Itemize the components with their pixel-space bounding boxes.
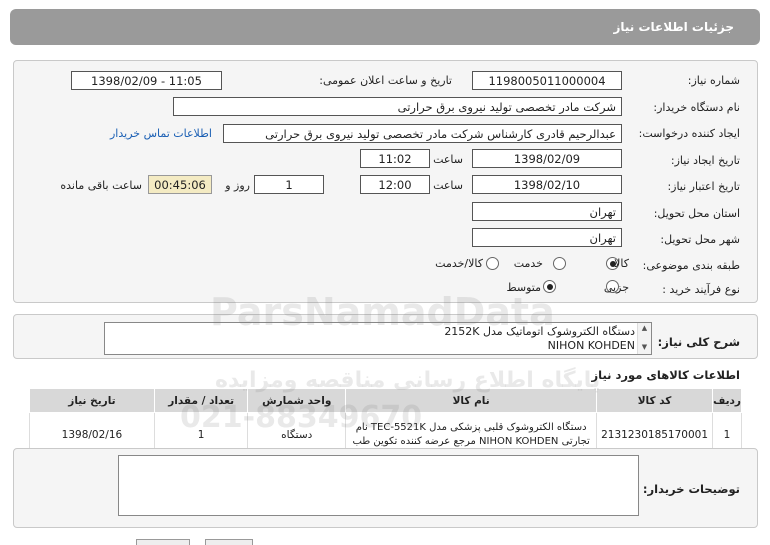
category-label: طبقه بندی موضوعی:: [642, 259, 740, 272]
validity-date-label: تاریخ اعتبار نیاز:: [667, 180, 740, 193]
validity-date-field: 1398/02/10: [472, 175, 622, 194]
city-field: تهران: [472, 228, 622, 247]
category-radio-service[interactable]: [553, 257, 566, 270]
process-radio-medium[interactable]: [543, 280, 556, 293]
validity-time-label: ساعت: [433, 179, 463, 192]
announce-date-field: 1398/02/09 - 11:05: [71, 71, 222, 90]
process-type-label: نوع فرآیند خرید :: [662, 283, 740, 296]
buyer-org-field: شرکت مادر تخصصی تولید نیروی برق حرارتی: [173, 97, 622, 116]
category-option-goods: کالا: [614, 257, 629, 270]
requester-field: عبدالرحیم قادری کارشناس شرکت مادر تخصصی …: [223, 124, 622, 143]
page-title: جزئیات اطلاعات نیاز: [613, 20, 734, 34]
summary-line-1: دستگاه الکتروشوک اتوماتیک مدل 2152K: [444, 325, 635, 338]
remaining-time-field: 00:45:06: [148, 175, 212, 194]
items-section-title: اطلاعات کالاهای مورد نیاز: [591, 368, 740, 382]
items-table-header: ردیف کد کالا نام کالا واحد شمارش تعداد /…: [29, 388, 742, 413]
scroll-up-icon[interactable]: ▲: [638, 323, 651, 333]
scroll-down-icon[interactable]: ▼: [638, 342, 651, 352]
created-time-field: 11:02: [360, 149, 430, 168]
created-time-label: ساعت: [433, 153, 463, 166]
city-label: شهر محل تحویل:: [660, 233, 740, 246]
summary-textarea[interactable]: دستگاه الکتروشوک اتوماتیک مدل 2152K NIHO…: [104, 322, 652, 355]
summary-scrollbar[interactable]: ▲ ▼: [637, 323, 651, 354]
announce-date-label: تاریخ و ساعت اعلان عمومی:: [319, 74, 452, 87]
category-option-goods-service: کالا/خدمت: [435, 257, 483, 270]
summary-label: شرح کلی نیاز:: [657, 335, 740, 349]
days-label: روز و: [225, 179, 250, 192]
col-name: نام کالا: [345, 388, 598, 413]
created-date-field: 1398/02/09: [472, 149, 622, 168]
col-code: کد کالا: [596, 388, 714, 413]
bottom-tab-left[interactable]: [136, 539, 190, 545]
col-row: ردیف: [712, 388, 742, 413]
requester-label: ایجاد کننده درخواست:: [638, 127, 740, 140]
col-qty: تعداد / مقدار: [153, 388, 249, 413]
remaining-time-label: ساعت باقی مانده: [60, 179, 142, 192]
province-field: تهران: [472, 202, 622, 221]
province-label: استان محل تحویل:: [653, 207, 740, 220]
process-option-minor: جزیی: [603, 281, 629, 294]
category-option-service: خدمت: [513, 257, 543, 270]
buyer-contact-link[interactable]: اطلاعات تماس خریدار: [110, 127, 212, 140]
need-number-field: 1198005011000004: [472, 71, 622, 90]
need-number-label: شماره نیاز:: [687, 74, 740, 87]
bottom-tab-right[interactable]: [205, 539, 253, 545]
buyer-org-label: نام دستگاه خریدار:: [653, 101, 740, 114]
created-date-label: تاریخ ایجاد نیاز:: [670, 154, 740, 167]
validity-time-field: 12:00: [360, 175, 430, 194]
page-header: جزئیات اطلاعات نیاز: [10, 9, 760, 45]
days-remaining-field: 1: [254, 175, 324, 194]
category-radio-goods-service[interactable]: [486, 257, 499, 270]
summary-line-2: NIHON KOHDEN: [547, 339, 635, 352]
col-unit: واحد شمارش: [247, 388, 347, 413]
buyer-notes-label: توضیحات خریدار:: [642, 482, 740, 496]
buyer-notes-textarea[interactable]: [118, 455, 639, 516]
col-date: تاریخ نیاز: [29, 388, 155, 413]
process-option-medium: متوسط: [506, 281, 541, 294]
